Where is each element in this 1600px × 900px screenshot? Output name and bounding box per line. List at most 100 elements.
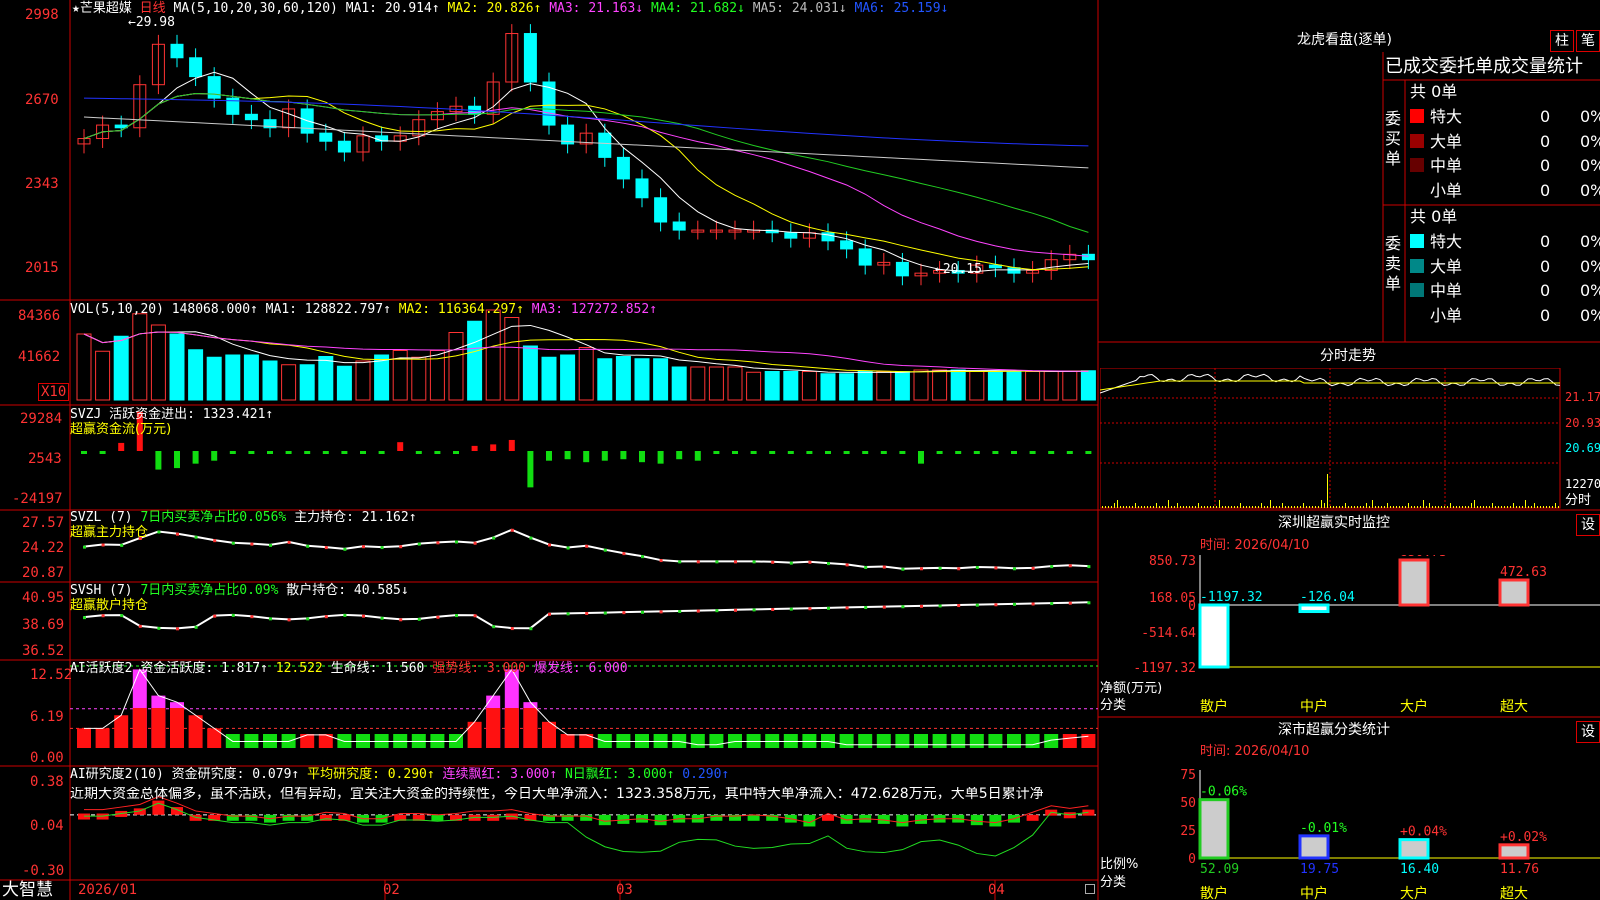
order-count: 0: [1540, 180, 1551, 200]
research-bar: [654, 814, 667, 826]
volume-bar: [225, 354, 241, 401]
intraday-volume-bar: [1168, 500, 1169, 508]
holding-dot: [287, 618, 291, 622]
volume-bar: [913, 369, 929, 401]
intraday-volume-bar: [1504, 506, 1505, 508]
intraday-volume-bar: [1507, 506, 1508, 508]
ratio-delta-label: +0.04%: [1400, 825, 1447, 840]
holding-dot: [473, 541, 477, 545]
intraday-volume-bar: [1105, 506, 1106, 508]
lock-icon[interactable]: [1085, 884, 1095, 894]
holding-dot: [83, 545, 86, 549]
flow-bar: [1085, 451, 1092, 454]
intraday-volume-bar: [1165, 506, 1166, 508]
intraday-volume-bar: [1219, 500, 1220, 508]
intraday-volume-bar: [1453, 506, 1454, 508]
vol-value: 148068.000↑: [171, 302, 258, 317]
holding-dot: [566, 612, 570, 616]
flow-bar: [936, 451, 943, 454]
flow-bar: [508, 439, 515, 451]
intraday-volume-bar: [1183, 506, 1184, 508]
intraday-volume-bar: [1336, 506, 1337, 508]
flow-bar: [546, 451, 552, 461]
research-bar: [970, 814, 983, 826]
order-pct: 0%: [1580, 156, 1600, 175]
intraday-volume-bar: [1144, 506, 1145, 508]
holding-dot: [231, 613, 235, 617]
lhb-tabs[interactable]: 已成交委托单成交量统计: [1385, 56, 1598, 78]
flow-bar: [471, 445, 478, 451]
ratio-bar-chart[interactable]: 75 50 25 0 -0.06% 52.09 散户 -0.01% 19.75 中户 +0.04% 1…: [1100, 760, 1600, 900]
volume-bar: [708, 366, 724, 401]
intraday-volume-bar: [1156, 503, 1157, 508]
intraday-volume-bar: [1378, 506, 1379, 508]
flow-bar: [918, 451, 924, 464]
vol-unit-badge[interactable]: X10: [38, 383, 70, 401]
flow-bar: [304, 451, 311, 454]
intraday-volume-bar: [1480, 506, 1481, 508]
ai2-v2: 平均研究度: 0.290↑: [307, 767, 435, 782]
intraday-volume-bar: [1396, 506, 1397, 508]
svzl-label: SVZL (7): [70, 510, 133, 525]
vol-ma3: MA3: 127272.852↑: [531, 302, 658, 317]
category-label: 中户: [1300, 885, 1328, 900]
low-marker: ←20.15: [935, 262, 982, 277]
category-label: 超大: [1500, 886, 1528, 900]
intraday-volume-bar: [1222, 506, 1223, 508]
tick-mode-button[interactable]: 笔: [1576, 30, 1600, 52]
order-type: 小单: [1430, 305, 1463, 325]
activity-bar: [1062, 734, 1077, 748]
activity-bar: [114, 715, 129, 748]
monitor-axis-tick: 0: [1188, 599, 1196, 614]
intraday-tick: 21.17: [1565, 390, 1600, 404]
intraday-volume-bar: [1279, 506, 1280, 508]
order-row: 大单 0 0%: [1410, 130, 1600, 152]
intraday-volume-bar: [1225, 506, 1226, 508]
intraday-volume-bar: [1123, 506, 1124, 508]
intraday-volume-bar: [1516, 506, 1517, 508]
intraday-volume-bar: [1375, 506, 1376, 508]
intraday-volume-bar: [1501, 506, 1502, 508]
intraday-chart[interactable]: [1100, 368, 1600, 510]
classify-settings-button[interactable]: 设: [1576, 721, 1600, 743]
holding-dot: [585, 611, 589, 615]
holding-dot: [510, 528, 514, 532]
volume-bar: [690, 366, 706, 401]
flow-bar: [1048, 451, 1055, 454]
ma3-value: MA3: 21.163↓: [549, 1, 644, 16]
candlestick-chart[interactable]: [70, 0, 1098, 300]
flow-bar: [341, 451, 348, 454]
volume-bar: [1062, 371, 1078, 401]
ai-research-chart[interactable]: [70, 766, 1098, 880]
flow-bar: [955, 451, 962, 454]
ai1-v3: 生命线: 1.560: [330, 661, 425, 676]
holding-dot: [641, 610, 644, 614]
bar-mode-button[interactable]: 柱: [1550, 30, 1574, 52]
monitor-settings-button[interactable]: 设: [1576, 514, 1600, 536]
activity-bar: [988, 734, 1003, 748]
intraday-volume-bar: [1360, 506, 1361, 508]
intraday-volume-bar: [1234, 506, 1235, 508]
holding-dot: [362, 614, 365, 618]
intraday-volume-bar: [1429, 503, 1430, 508]
volume-bar: [76, 333, 92, 401]
ai2-tick: 0.04: [30, 818, 64, 834]
intraday-volume-bar: [1288, 506, 1289, 508]
volume-bar: [820, 373, 836, 401]
flow-bar: [415, 451, 422, 454]
activity-bar: [895, 734, 910, 748]
period-label[interactable]: 日线: [140, 1, 166, 16]
intraday-volume-bar: [1150, 506, 1151, 508]
research-bar: [989, 814, 1002, 827]
net-amount-bar-chart[interactable]: 850.73168.050-514.64-1197.32-1197.32散户-1…: [1100, 555, 1600, 715]
order-pct: 0%: [1580, 232, 1600, 251]
order-row: 特大 0 0%: [1410, 230, 1600, 252]
volume-bar: [336, 365, 352, 401]
monitor-time: 时间: 2026/04/10: [1200, 538, 1310, 553]
ai2-analysis-text: 近期大资金总体偏多，虽不活跃，但有异动，宜关注大资金的持续性，今日大单净流入：1…: [70, 787, 1044, 802]
svsh-label: SVSH (7): [70, 583, 133, 598]
category-label: 大户: [1400, 698, 1428, 715]
holding-dot: [920, 567, 923, 571]
holding-dot: [213, 614, 217, 618]
flow-bar: [285, 451, 292, 454]
